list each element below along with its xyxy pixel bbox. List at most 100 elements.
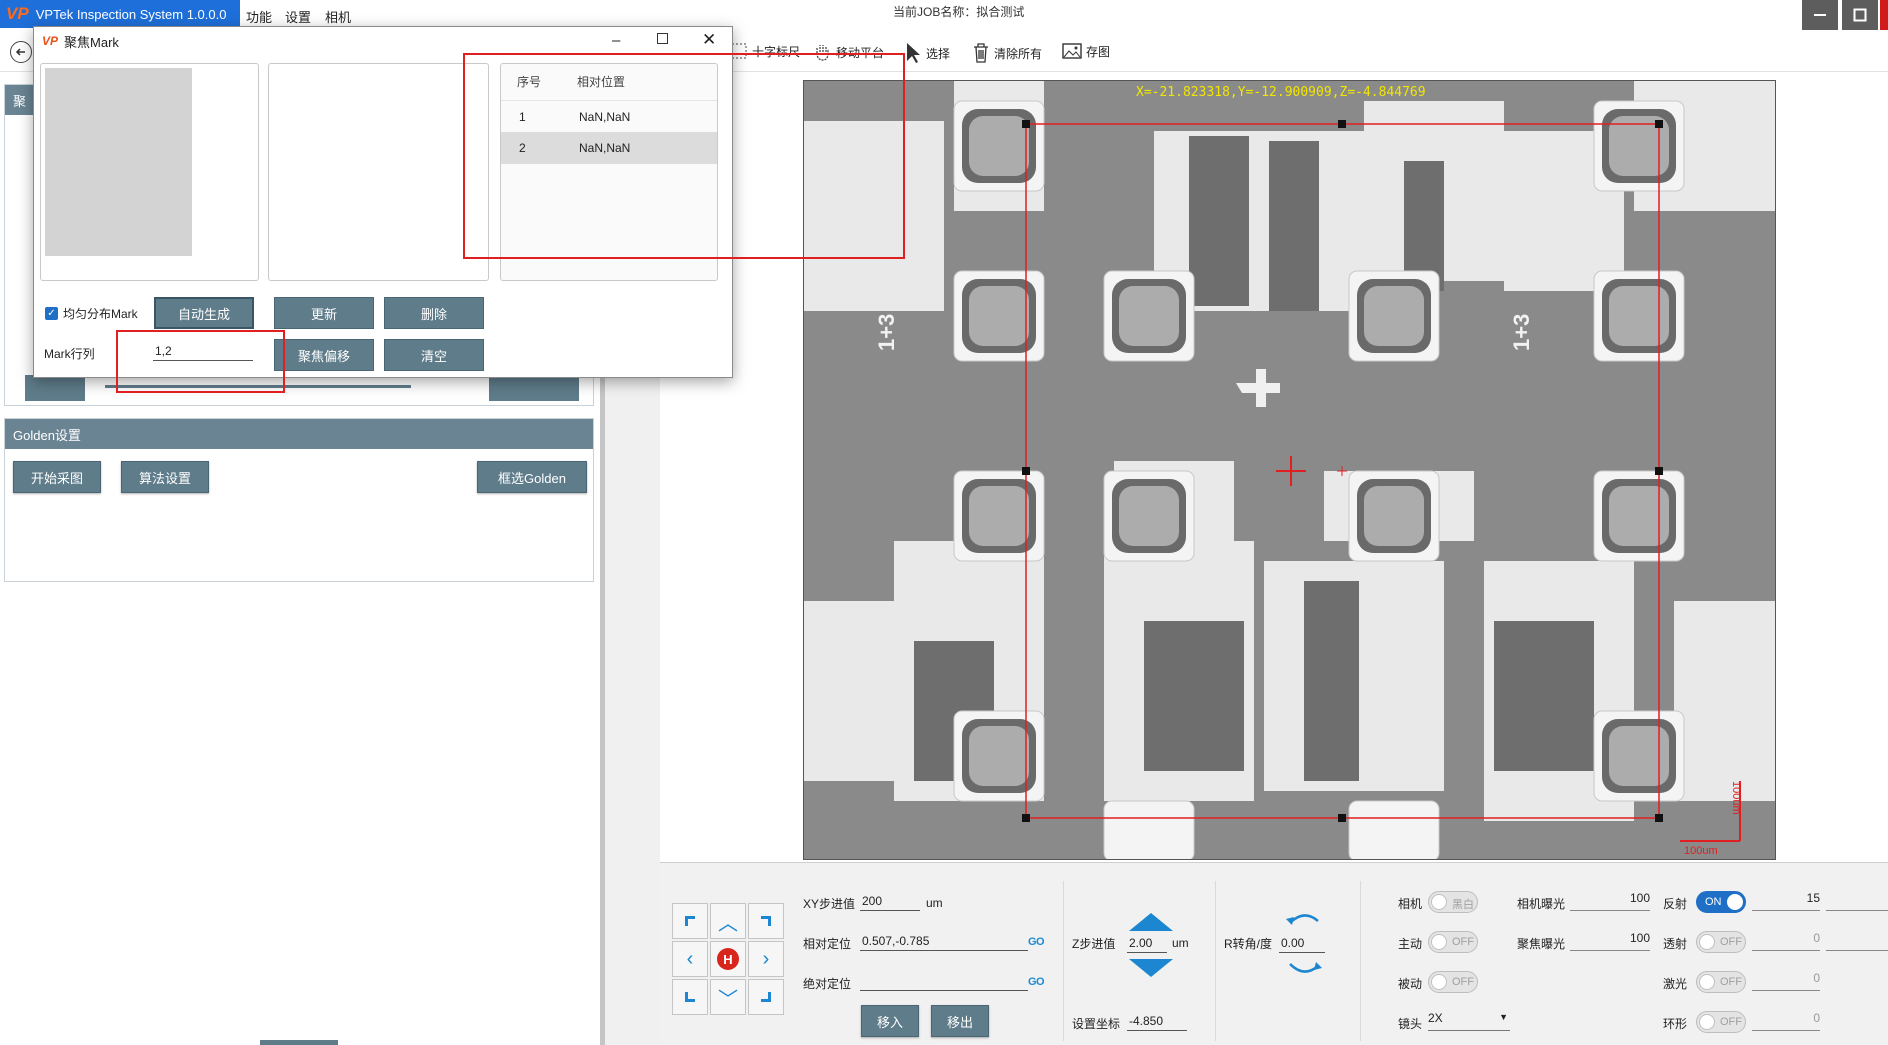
table-header-index: 序号: [517, 75, 542, 89]
master-toggle[interactable]: OFF: [1428, 931, 1478, 953]
rotate-ccw-icon[interactable]: [1284, 909, 1324, 929]
arrow-down-right-icon: [761, 992, 771, 1002]
toggle-knob: [1431, 974, 1447, 990]
tool-label: 十字标尺: [752, 44, 801, 59]
minimize-window-button[interactable]: [1802, 0, 1838, 30]
lens-select[interactable]: 2X ▼: [1428, 1011, 1510, 1031]
arrow-down-left-icon: [685, 992, 695, 1002]
scale-label-horizontal: 100um: [1684, 845, 1718, 857]
move-up-left-button[interactable]: [672, 903, 708, 939]
camera-exposure-value[interactable]: 100: [1570, 891, 1650, 911]
move-down-button[interactable]: ﹀: [710, 979, 746, 1015]
toggle-knob: [1431, 934, 1447, 950]
table-row[interactable]: 1 NaN,NaN: [501, 100, 717, 132]
reflect-extra-select[interactable]: [1826, 891, 1888, 911]
xy-step-input[interactable]: [860, 891, 920, 911]
maximize-icon: [1853, 8, 1867, 22]
algorithm-settings-button[interactable]: 算法设置: [121, 461, 209, 493]
back-button[interactable]: [10, 41, 32, 63]
divider: [1215, 881, 1216, 1041]
absolute-position-label: 绝对定位: [803, 977, 852, 991]
save-image-icon: [1062, 43, 1082, 59]
ring-label: 环形: [1663, 1017, 1688, 1031]
tool-select[interactable]: 选择: [904, 42, 950, 64]
checkbox-checked-icon[interactable]: ✓: [45, 307, 58, 320]
transmit-toggle[interactable]: OFF: [1696, 931, 1746, 953]
dialog-close-icon[interactable]: ✕: [702, 30, 716, 50]
mark-preview-frame: [40, 63, 259, 281]
menu-camera[interactable]: 相机: [325, 7, 351, 26]
tool-label: 移动平台: [836, 45, 885, 60]
uniform-mark-label: 均匀分布Mark: [63, 307, 138, 321]
absolute-position-input[interactable]: [860, 971, 1028, 991]
tool-crosshair-ruler[interactable]: 十字标尺: [730, 42, 800, 60]
tool-label: 选择: [926, 46, 951, 61]
move-in-button[interactable]: 移入: [861, 1005, 919, 1037]
move-left-button[interactable]: ‹: [672, 941, 708, 977]
toggle-text: 黑白: [1452, 899, 1474, 911]
app-window: VP VPTek Inspection System 1.0.0.0 功能 设置…: [0, 0, 1888, 1045]
delete-button[interactable]: 删除: [384, 297, 484, 329]
dropdown-arrow-icon: ▼: [1499, 1012, 1508, 1022]
arrow-up-right-icon: [761, 916, 771, 926]
move-down-left-button[interactable]: [672, 979, 708, 1015]
z-step-unit: um: [1172, 936, 1189, 950]
mark-table: 序号 相对位置 1 NaN,NaN 2 NaN,NaN: [500, 63, 718, 281]
reflect-toggle[interactable]: ON: [1696, 891, 1746, 913]
rotate-cw-icon[interactable]: [1284, 958, 1324, 978]
relative-go-button[interactable]: GO: [1028, 936, 1045, 948]
image-viewer[interactable]: 1+3 1+3 X=-21.823318,Y=-12.900909,Z=-4.8…: [803, 80, 1776, 860]
auto-generate-button[interactable]: 自动生成: [154, 297, 254, 329]
tool-save-image[interactable]: 存图: [1062, 42, 1110, 60]
table-row[interactable]: 2 NaN,NaN: [501, 132, 717, 164]
update-button[interactable]: 更新: [274, 297, 374, 329]
close-window-button[interactable]: [1880, 0, 1888, 30]
dialog-minimize-icon[interactable]: –: [612, 32, 620, 49]
select-golden-button[interactable]: 框选Golden: [477, 461, 587, 493]
dialog-maximize-icon[interactable]: [657, 31, 668, 48]
move-up-right-button[interactable]: [748, 903, 784, 939]
transmit-extra-select[interactable]: [1826, 931, 1888, 951]
tool-move-platform[interactable]: 移动平台: [812, 42, 884, 62]
move-right-button[interactable]: ›: [748, 941, 784, 977]
focus-offset-button[interactable]: 聚焦偏移: [274, 339, 374, 371]
chevron-up-icon: ︿: [718, 912, 738, 935]
start-capture-button[interactable]: 开始采图: [13, 461, 101, 493]
ring-value[interactable]: 0: [1752, 1011, 1820, 1031]
laser-value[interactable]: 0: [1752, 971, 1820, 991]
back-arrow-icon: [15, 48, 25, 56]
tool-clear-all[interactable]: 清除所有: [972, 42, 1042, 64]
reflect-value[interactable]: 15: [1752, 891, 1820, 911]
toggle-knob: [1727, 894, 1743, 910]
z-up-icon[interactable]: [1127, 911, 1175, 933]
hidden-button[interactable]: [25, 375, 85, 401]
menu-function[interactable]: 功能: [246, 7, 272, 26]
maximize-window-button[interactable]: [1842, 0, 1878, 30]
set-coordinate-input[interactable]: [1127, 1011, 1187, 1031]
move-down-right-button[interactable]: [748, 979, 784, 1015]
hidden-button[interactable]: [489, 375, 579, 401]
z-step-input[interactable]: [1127, 933, 1167, 953]
home-button[interactable]: H: [710, 941, 746, 977]
app-title: VPTek Inspection System 1.0.0.0: [35, 6, 227, 22]
uniform-mark-checkbox-row[interactable]: ✓ 均匀分布Mark: [45, 305, 138, 322]
move-out-button[interactable]: 移出: [931, 1005, 989, 1037]
vp-logo-icon: VP: [6, 4, 29, 23]
xy-step-label: XY步进值: [803, 897, 856, 911]
laser-toggle[interactable]: OFF: [1696, 971, 1746, 993]
z-down-icon[interactable]: [1127, 957, 1175, 979]
laser-label: 激光: [1663, 977, 1688, 991]
focus-exposure-value[interactable]: 100: [1570, 931, 1650, 951]
move-up-button[interactable]: ︿: [710, 903, 746, 939]
app-logo-bar: VP VPTek Inspection System 1.0.0.0: [0, 0, 240, 28]
menu-settings[interactable]: 设置: [285, 7, 311, 26]
r-angle-input[interactable]: [1279, 933, 1325, 953]
transmit-value[interactable]: 0: [1752, 931, 1820, 951]
camera-mode-toggle[interactable]: 黑白: [1428, 891, 1478, 913]
mark-rowcol-input[interactable]: [153, 341, 253, 361]
absolute-go-button[interactable]: GO: [1028, 976, 1045, 988]
clear-button[interactable]: 清空: [384, 339, 484, 371]
ring-toggle[interactable]: OFF: [1696, 1011, 1746, 1033]
relative-position-input[interactable]: [860, 931, 1028, 951]
slave-toggle[interactable]: OFF: [1428, 971, 1478, 993]
